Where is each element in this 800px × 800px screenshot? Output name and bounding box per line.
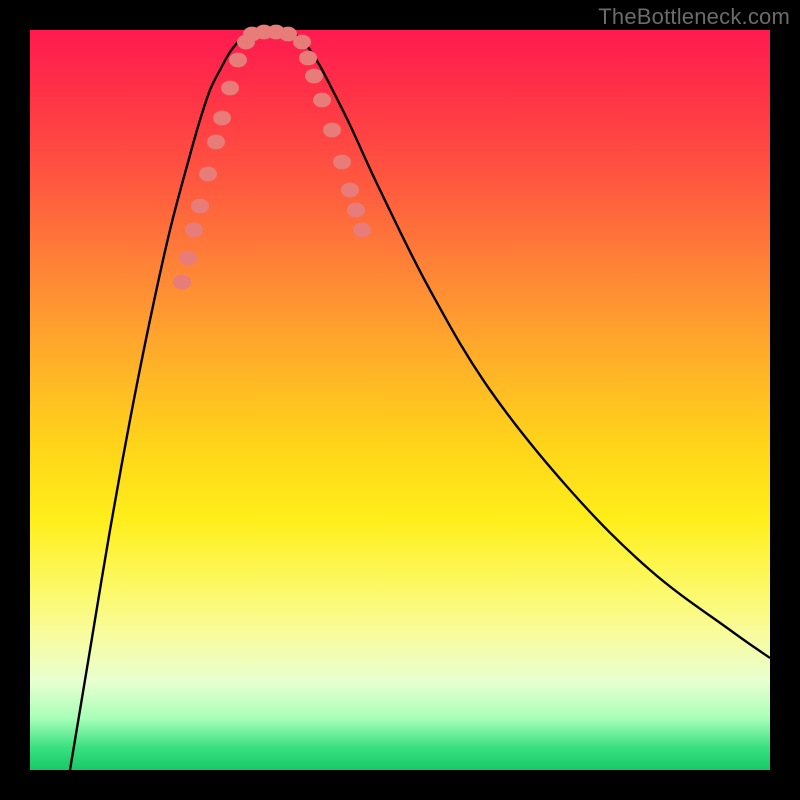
marker-right (299, 51, 317, 66)
marker-left (173, 275, 191, 290)
chart-frame: TheBottleneck.com (0, 0, 800, 800)
marker-right (341, 183, 359, 198)
marker-bottom (279, 27, 297, 42)
marker-right (313, 93, 331, 108)
marker-left (207, 135, 225, 150)
marker-right (323, 123, 341, 138)
marker-left (221, 81, 239, 96)
marker-left (185, 223, 203, 238)
marker-right (333, 155, 351, 170)
marker-right (305, 69, 323, 84)
marker-left (229, 53, 247, 68)
marker-left (199, 167, 217, 182)
marker-right (347, 203, 365, 218)
curve-layer (30, 30, 770, 770)
data-markers (173, 25, 371, 290)
plot-area (30, 30, 770, 770)
marker-left (179, 251, 197, 266)
marker-left (213, 111, 231, 126)
watermark-text: TheBottleneck.com (598, 4, 790, 30)
marker-left (191, 199, 209, 214)
marker-right (353, 223, 371, 238)
right-curve (290, 32, 770, 658)
